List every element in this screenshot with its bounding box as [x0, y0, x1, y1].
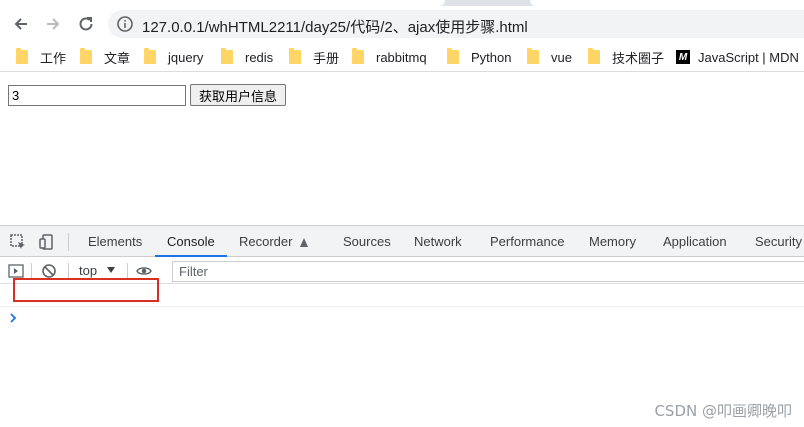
sidebar-toggle-icon[interactable]	[8, 263, 24, 279]
address-bar[interactable]: 127.0.0.1/whHTML2211/day25/代码/2、ajax使用步骤…	[108, 10, 804, 38]
folder-icon	[352, 48, 364, 64]
toolbar-divider	[68, 263, 69, 279]
browser-toolbar: 127.0.0.1/whHTML2211/day25/代码/2、ajax使用步骤…	[0, 6, 804, 42]
tab-performance[interactable]: Performance	[490, 226, 564, 257]
user-id-input[interactable]	[8, 85, 186, 106]
folder-icon	[16, 48, 28, 64]
folder-icon	[447, 48, 459, 64]
csdn-watermark: CSDN @叩画卿晚叩	[654, 402, 792, 420]
page-content: 获取用户信息	[0, 73, 804, 225]
bookmark-vue[interactable]: vue	[527, 48, 572, 66]
devtools-tab-bar: Elements Console Recorder Sources Networ…	[0, 226, 804, 257]
tab-memory[interactable]: Memory	[589, 226, 636, 257]
tab-elements[interactable]: Elements	[88, 226, 142, 257]
folder-icon	[80, 48, 92, 64]
forward-button[interactable]	[40, 11, 66, 37]
console-filter-input[interactable]: Filter	[172, 261, 804, 282]
flask-icon	[300, 238, 309, 247]
tab-network[interactable]: Network	[414, 226, 462, 257]
toolbar-divider	[127, 263, 128, 279]
bookmark-redis[interactable]: redis	[221, 48, 273, 66]
device-toolbar-icon[interactable]	[38, 233, 56, 251]
folder-icon	[527, 48, 539, 64]
bookmark-tech-circle[interactable]: 技术圈子	[588, 48, 664, 66]
devtools-panel: Elements Console Recorder Sources Networ…	[0, 225, 804, 427]
url-text: 127.0.0.1/whHTML2211/day25/代码/2、ajax使用步骤…	[142, 19, 528, 36]
back-button[interactable]	[8, 11, 34, 37]
reload-button[interactable]	[73, 11, 99, 37]
back-arrow-icon	[14, 18, 27, 30]
bookmark-jquery[interactable]: jquery	[144, 48, 203, 66]
tab-sources[interactable]: Sources	[343, 226, 391, 257]
bookmark-manual[interactable]: 手册	[289, 48, 339, 66]
bookmark-articles[interactable]: 文章	[80, 48, 130, 66]
folder-icon	[289, 48, 301, 64]
info-icon	[117, 16, 133, 32]
inspect-element-icon[interactable]	[9, 233, 27, 251]
tab-console[interactable]: Console	[155, 226, 227, 257]
folder-icon	[144, 48, 156, 64]
bookmark-work[interactable]: 工作	[16, 48, 66, 66]
reload-icon	[79, 17, 93, 31]
console-prompt-chevron-icon[interactable]	[8, 312, 18, 324]
folder-icon	[221, 48, 233, 64]
highlight-annotation-box	[13, 278, 159, 302]
tab-application[interactable]: Application	[663, 226, 727, 257]
tab-recorder[interactable]: Recorder	[239, 226, 309, 257]
bookmark-rabbitmq[interactable]: rabbitmq	[352, 48, 427, 66]
toolbar-divider	[68, 233, 69, 251]
bookmark-mdn[interactable]: M JavaScript | MDN	[676, 48, 799, 66]
bookmarks-bar: 工作 文章 jquery redis 手册 rabbitmq Python vu…	[0, 42, 804, 72]
dropdown-arrow-icon	[106, 267, 115, 273]
mdn-logo-icon: M	[676, 50, 690, 64]
toolbar-divider	[31, 263, 32, 279]
tab-security[interactable]: Security	[755, 226, 802, 257]
bookmark-python[interactable]: Python	[447, 48, 511, 66]
context-selector[interactable]: top	[79, 263, 115, 278]
live-expression-eye-icon[interactable]	[136, 263, 152, 279]
get-user-info-button[interactable]: 获取用户信息	[190, 84, 286, 106]
folder-icon	[588, 48, 600, 64]
clear-console-icon[interactable]	[41, 263, 57, 279]
forward-arrow-icon	[47, 18, 60, 30]
